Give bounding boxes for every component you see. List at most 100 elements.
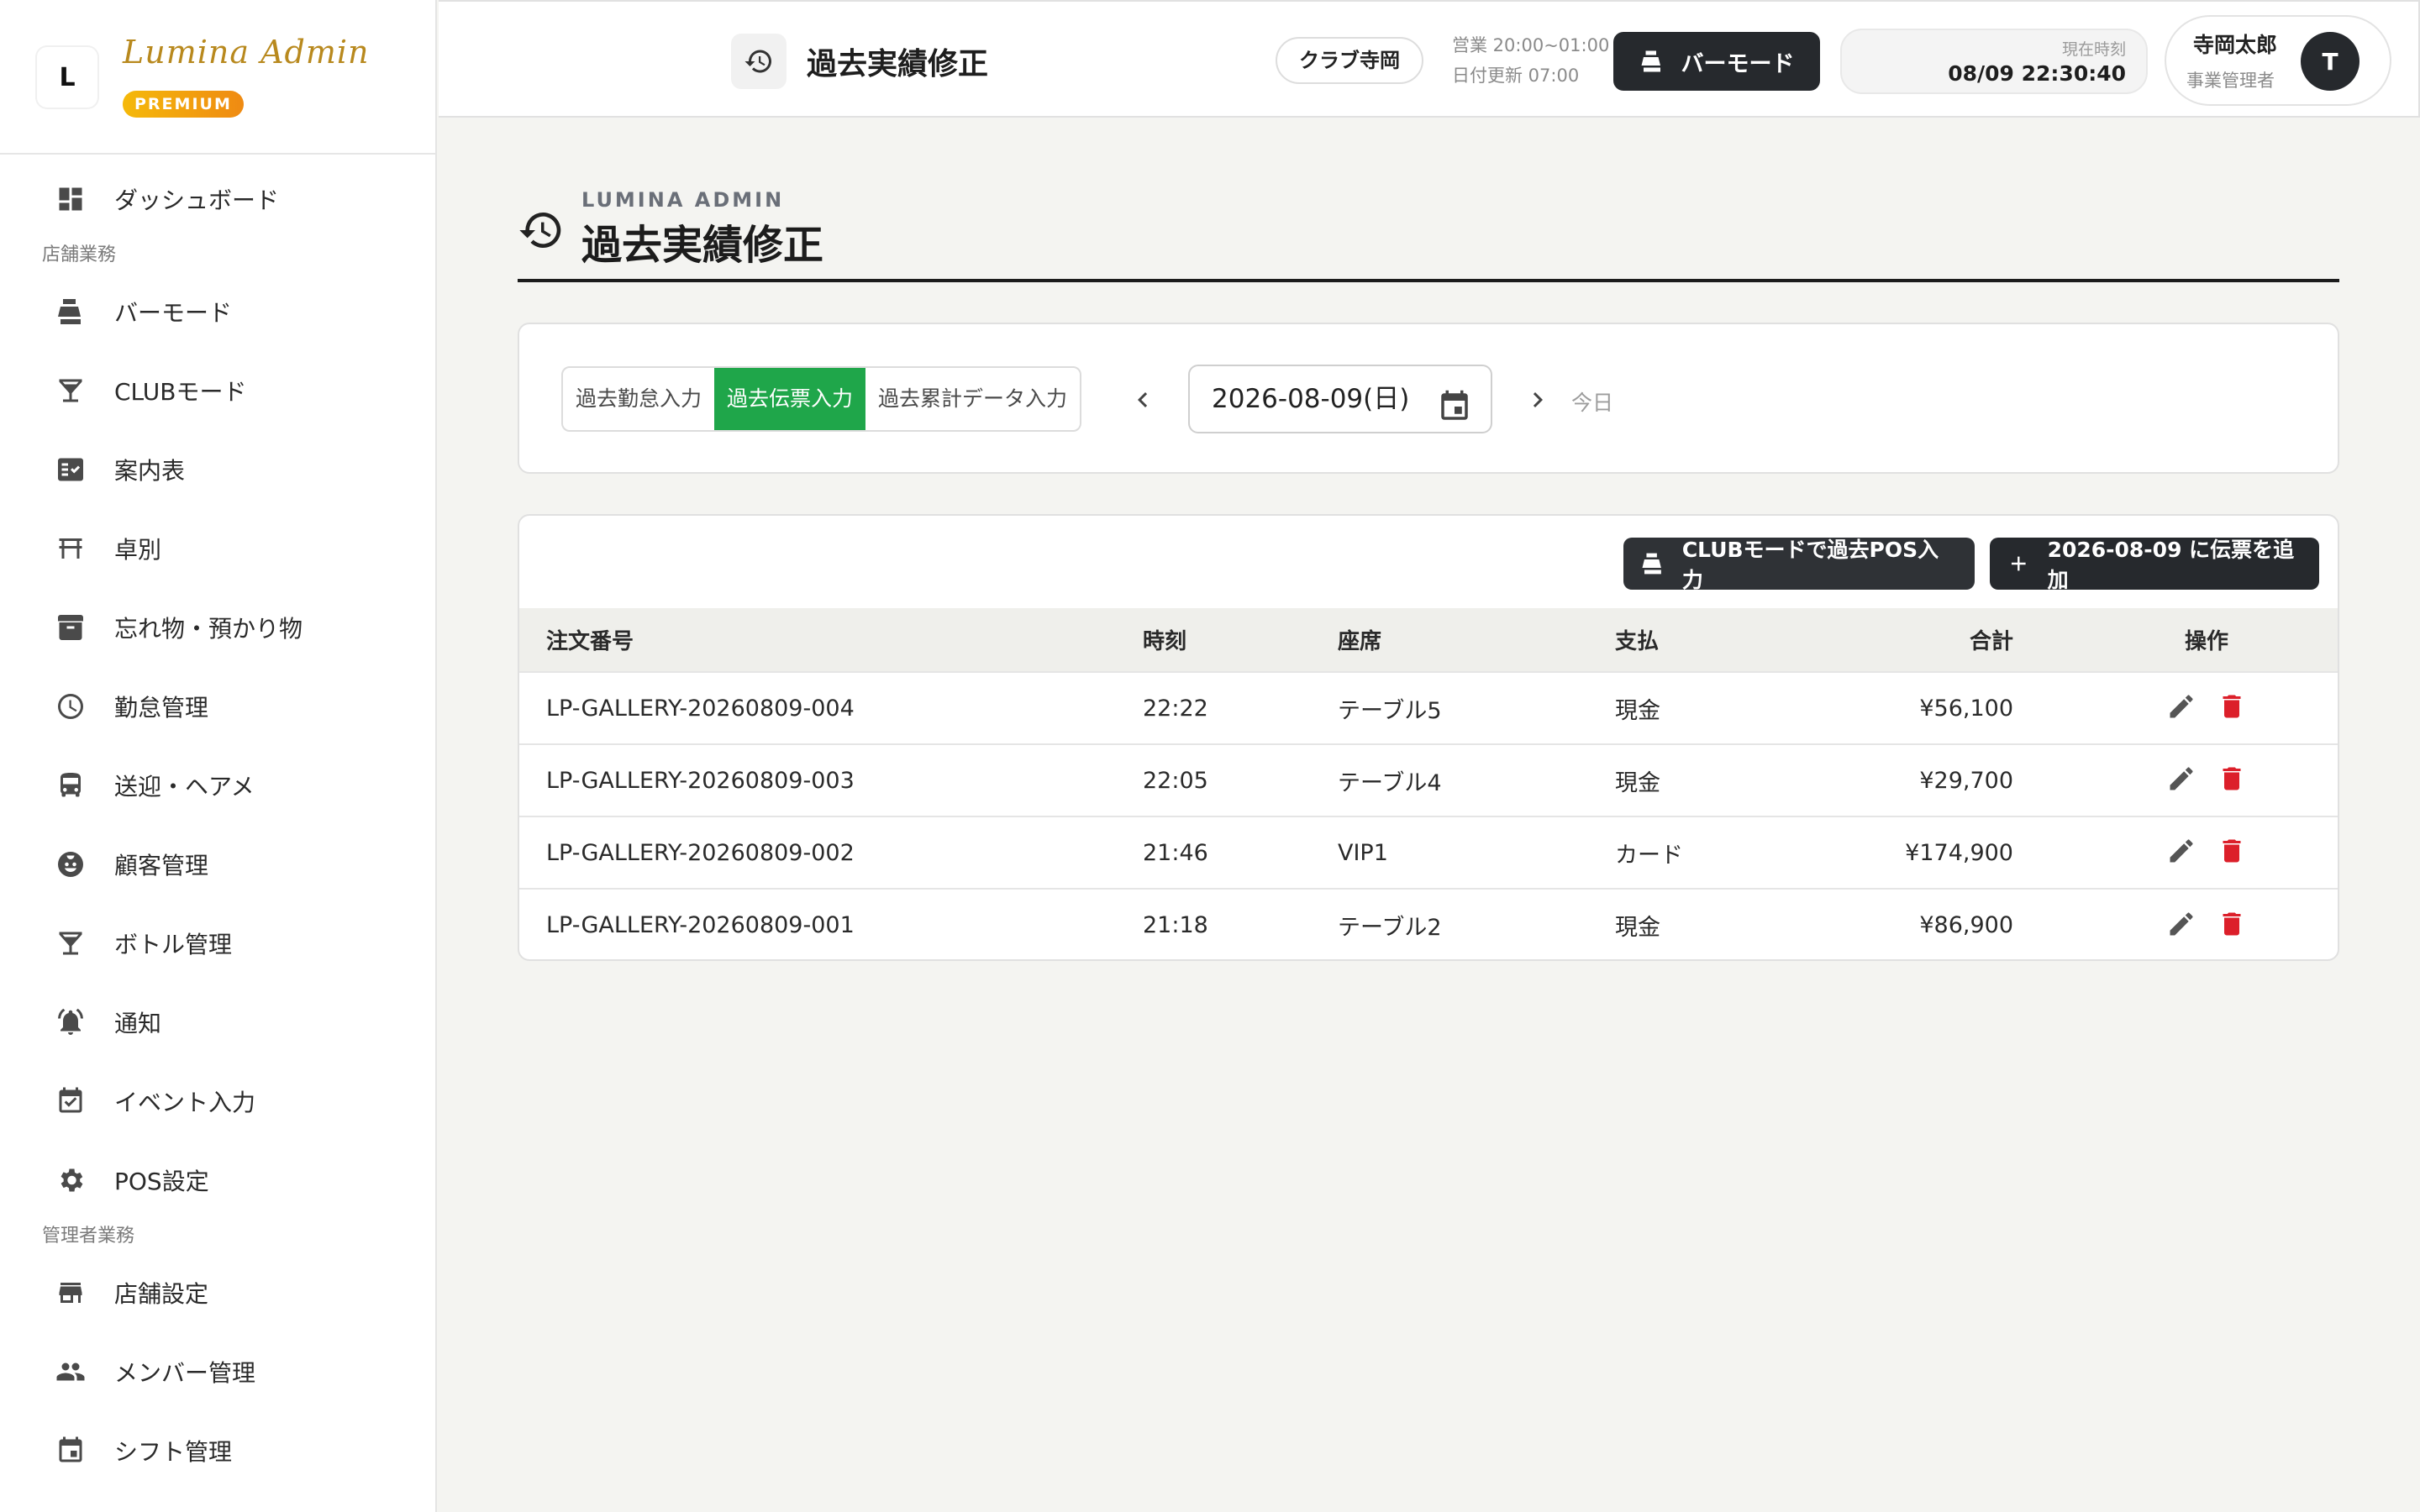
club-pos-input-label: CLUBモードで過去POS入力 [1681, 538, 1939, 592]
topbar: 過去実績修正 クラブ寺岡 営業 20:00~01:00 日付更新 07:00 バ… [439, 0, 2420, 118]
delete-icon[interactable] [2215, 691, 2249, 725]
date-value: 2026-08-09(日) [1212, 384, 1410, 414]
order-number: LP-GALLERY-20260809-001 [546, 912, 855, 938]
calendar-check-icon [54, 1084, 87, 1118]
cash-register-icon [1642, 553, 1661, 575]
table-row[interactable]: LP-GALLERY-20260809-003 22:05 テーブル4 現金 ¥29,7… [519, 744, 2338, 816]
row-actions [2013, 889, 2338, 959]
store-selector[interactable]: クラブ寺岡 [1276, 37, 1423, 84]
order-seat: テーブル4 [1338, 769, 1442, 796]
order-number: LP-GALLERY-20260809-004 [546, 695, 855, 722]
column-header-seat[interactable]: 座席 [1338, 608, 1615, 672]
bottle-icon [54, 927, 87, 960]
delete-icon[interactable] [2215, 909, 2249, 942]
sidebar-item-5[interactable]: 卓別 [0, 509, 435, 588]
column-header-payment[interactable]: 支払 [1615, 608, 1783, 672]
bar-mode-button[interactable]: バーモード [1613, 32, 1820, 91]
table-row[interactable]: LP-GALLERY-20260809-001 21:18 テーブル2 現金 ¥86,9… [519, 889, 2338, 959]
calendar-icon[interactable] [1437, 383, 1472, 420]
sidebar-item-label: シフト管理 [114, 1438, 233, 1466]
order-time: 21:46 [1143, 839, 1208, 866]
bell-icon [54, 1005, 87, 1039]
sidebar: L Lumina Admin PREMIUM ダッシュボード 店舗業務 バーモード C… [0, 0, 437, 1512]
tab-entry-type-1[interactable]: 過去伝票入力 [714, 368, 866, 430]
sidebar-item-label: POS設定 [114, 1168, 209, 1195]
tab-entry-type-2[interactable]: 過去累計データ入力 [865, 368, 1080, 430]
nav-section-label: 管理者業務 [42, 1226, 135, 1247]
checklist-icon [54, 453, 87, 486]
sidebar-item-label: 送迎・ヘアメ [114, 773, 255, 801]
sidebar-item-0[interactable]: ダッシュボード [0, 160, 435, 239]
add-slip-button[interactable]: 2026-08-09 に伝票を追加 [1990, 538, 2319, 592]
bar-mode-label: バーモード [1681, 50, 1795, 77]
sidebar-item-3[interactable]: CLUBモード [0, 351, 435, 430]
delete-icon[interactable] [2215, 836, 2249, 869]
next-date-button[interactable] [1523, 385, 1553, 415]
today-button[interactable]: 今日 [1571, 386, 1613, 417]
sidebar-item-label: 通知 [114, 1010, 162, 1037]
cash-register-icon [1641, 50, 1660, 72]
page-kicker: LUMINA ADMIN [581, 188, 785, 212]
business-hours-text: 営業 20:00~01:00 [1452, 35, 1610, 55]
column-header-total[interactable]: 合計 [1783, 608, 2013, 672]
prev-date-button[interactable] [1128, 385, 1158, 415]
table-row[interactable]: LP-GALLERY-20260809-004 22:22 テーブル5 現金 ¥56,1… [519, 672, 2338, 744]
topbar-title-group: 過去実績修正 [731, 34, 988, 89]
column-header-actions: 操作 [2184, 629, 2228, 654]
brand-logo-icon[interactable]: L [37, 47, 97, 108]
date-picker[interactable]: 2026-08-09(日) [1188, 365, 1492, 433]
sidebar-item-label: CLUBモード [114, 378, 247, 406]
sidebar-item-16[interactable]: メンバー管理 [0, 1332, 435, 1411]
sidebar-item-7[interactable]: 勤怠管理 [0, 667, 435, 746]
sidebar-item-2[interactable]: バーモード [0, 272, 435, 351]
sidebar-item-10[interactable]: ボトル管理 [0, 904, 435, 983]
delete-icon[interactable] [2215, 764, 2249, 797]
current-time-value: 08/09 22:30:40 [1948, 61, 2126, 86]
sidebar-nav: ダッシュボード 店舗業務 バーモード CLUBモード 案内表 卓別 忘れ物・預かり物 勤怠管理… [0, 155, 435, 1490]
sidebar-item-9[interactable]: 顧客管理 [0, 825, 435, 904]
sidebar-item-4[interactable]: 案内表 [0, 430, 435, 509]
sidebar-item-label: 顧客管理 [114, 852, 209, 879]
order-time: 21:18 [1143, 912, 1208, 938]
sidebar-item-13[interactable]: POS設定 [0, 1141, 435, 1220]
edit-icon[interactable] [2165, 691, 2198, 725]
order-payment: 現金 [1615, 697, 1660, 724]
sidebar-item-11[interactable]: 通知 [0, 983, 435, 1062]
edit-icon[interactable] [2165, 836, 2198, 869]
order-seat: VIP1 [1338, 839, 1388, 866]
order-payment: カード [1615, 842, 1683, 869]
sidebar-item-15[interactable]: 店舗設定 [0, 1253, 435, 1332]
sidebar-item-8[interactable]: 送迎・ヘアメ [0, 746, 435, 825]
sidebar-item-6[interactable]: 忘れ物・預かり物 [0, 588, 435, 667]
row-actions [2013, 672, 2338, 744]
current-time: 現在時刻 08/09 22:30:40 [1840, 29, 2148, 94]
order-time: 22:05 [1143, 767, 1208, 794]
clock-icon [54, 690, 87, 723]
tab-entry-type-0[interactable]: 過去勤怠入力 [563, 368, 714, 430]
column-header-order[interactable]: 注文番号 [519, 608, 1143, 672]
user-menu[interactable]: 寺岡太郎 事業管理者 T [2165, 15, 2391, 106]
table-row[interactable]: LP-GALLERY-20260809-002 21:46 VIP1 カード ¥174,… [519, 816, 2338, 889]
order-number: LP-GALLERY-20260809-002 [546, 839, 855, 866]
order-time: 22:22 [1143, 695, 1208, 722]
user-name: 寺岡太郎 [2193, 33, 2278, 57]
avatar[interactable]: T [2301, 32, 2360, 91]
add-slip-label: 2026-08-09 に伝票を追加 [2047, 538, 2295, 592]
day-change-text: 日付更新 07:00 [1452, 66, 1580, 86]
club-pos-input-button[interactable]: CLUBモードで過去POS入力 [1623, 538, 1975, 592]
calendar-icon [54, 1434, 87, 1467]
column-header-time[interactable]: 時刻 [1143, 608, 1338, 672]
face-icon [54, 848, 87, 881]
current-time-label: 現在時刻 [2061, 40, 2126, 59]
row-actions [2013, 744, 2338, 816]
sidebar-item-label: 案内表 [114, 457, 186, 485]
order-total: ¥86,900 [1919, 912, 2013, 938]
order-seat: テーブル5 [1338, 697, 1442, 724]
page-header: LUMINA ADMIN 過去実績修正 [518, 188, 2339, 282]
edit-icon[interactable] [2165, 909, 2198, 942]
sidebar-item-12[interactable]: イベント入力 [0, 1062, 435, 1141]
row-actions [2013, 816, 2338, 889]
edit-icon[interactable] [2165, 764, 2198, 797]
sidebar-item-label: 勤怠管理 [114, 694, 209, 722]
sidebar-item-17[interactable]: シフト管理 [0, 1411, 435, 1490]
